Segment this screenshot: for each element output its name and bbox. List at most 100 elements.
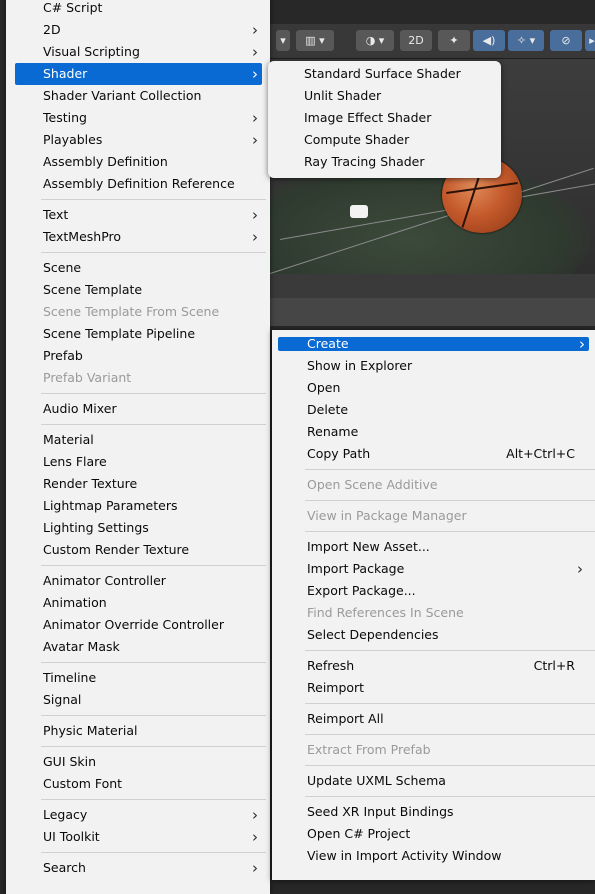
menu-item-label: Assembly Definition xyxy=(43,154,168,169)
menu-item-assembly-definition-reference[interactable]: Assembly Definition Reference xyxy=(6,173,270,195)
scene-view-toolbar: ▾ ▥ ▾ ◑ ▾ 2D ✦ ◀) ✧ ▾ ⊘ ▸ xyxy=(270,24,595,59)
menu-item-refresh[interactable]: Refresh Ctrl+R xyxy=(272,655,595,677)
menu-item-label: GUI Skin xyxy=(43,754,97,769)
menu-item-physic-material[interactable]: Physic Material xyxy=(6,720,270,742)
menu-item-label: Export Package... xyxy=(307,583,416,598)
menu-item-playables[interactable]: Playables › xyxy=(6,129,270,151)
effects-icon[interactable]: ✧ ▾ xyxy=(508,30,544,51)
menu-item-shader-variant-collection[interactable]: Shader Variant Collection xyxy=(6,85,270,107)
menu-item-audio-mixer[interactable]: Audio Mixer xyxy=(6,398,270,420)
menu-item-open[interactable]: Open xyxy=(272,377,595,399)
menu-item-image-effect-shader[interactable]: Image Effect Shader xyxy=(268,107,501,129)
menu-item-custom-font[interactable]: Custom Font xyxy=(6,773,270,795)
menu-item-import-new-asset[interactable]: Import New Asset... xyxy=(272,536,595,558)
menu-item-label: Compute Shader xyxy=(304,132,410,147)
menu-item-visual-scripting[interactable]: Visual Scripting › xyxy=(6,41,270,63)
menu-item-scene-template[interactable]: Scene Template xyxy=(6,279,270,301)
chevron-right-icon: › xyxy=(252,109,258,127)
menu-item-animation[interactable]: Animation xyxy=(6,592,270,614)
menu-item-gui-skin[interactable]: GUI Skin xyxy=(6,751,270,773)
menu-item-legacy[interactable]: Legacy › xyxy=(6,804,270,826)
menu-item-lighting-settings[interactable]: Lighting Settings xyxy=(6,517,270,539)
menu-item-copy-path[interactable]: Copy Path Alt+Ctrl+C xyxy=(272,443,595,465)
menu-item-unlit-shader[interactable]: Unlit Shader xyxy=(268,85,501,107)
menu-item-seed-xr-input-bindings[interactable]: Seed XR Input Bindings xyxy=(272,801,595,823)
menu-item-c-script[interactable]: C# Script xyxy=(6,0,270,19)
menu-separator xyxy=(41,746,266,747)
menu-item-label: Audio Mixer xyxy=(43,401,117,416)
menu-item-compute-shader[interactable]: Compute Shader xyxy=(268,129,501,151)
menu-item-label: Search xyxy=(43,860,86,875)
menu-item-render-texture[interactable]: Render Texture xyxy=(6,473,270,495)
menu-item-textmeshpro[interactable]: TextMeshPro › xyxy=(6,226,270,248)
dropdown-arrow-icon[interactable]: ▾ xyxy=(276,30,290,51)
camera-gizmo-icon[interactable] xyxy=(350,205,368,218)
menu-item-prefab[interactable]: Prefab xyxy=(6,345,270,367)
visibility-icon[interactable]: ⊘ xyxy=(550,30,582,51)
menu-item-label: Open Scene Additive xyxy=(307,477,438,492)
menu-item-label: Open xyxy=(307,380,341,395)
grid-icon[interactable]: ▥ ▾ xyxy=(296,30,334,51)
menu-separator xyxy=(305,796,595,797)
project-toolbar xyxy=(270,298,595,326)
menu-item-label: Scene xyxy=(43,260,82,275)
gizmos-icon[interactable]: ▸ xyxy=(585,30,595,51)
menu-item-open-c-project[interactable]: Open C# Project xyxy=(272,823,595,845)
menu-item-standard-surface-shader[interactable]: Standard Surface Shader xyxy=(268,63,501,85)
menu-item-show-in-explorer[interactable]: Show in Explorer xyxy=(272,355,595,377)
menu-item-signal[interactable]: Signal xyxy=(6,689,270,711)
menu-item-view-in-import-activity-window[interactable]: View in Import Activity Window xyxy=(272,845,595,867)
menu-separator xyxy=(305,734,595,735)
menu-item-avatar-mask[interactable]: Avatar Mask xyxy=(6,636,270,658)
menu-item-ui-toolkit[interactable]: UI Toolkit › xyxy=(6,826,270,848)
chevron-right-icon: › xyxy=(577,560,583,578)
menu-item-select-dependencies[interactable]: Select Dependencies xyxy=(272,624,595,646)
menu-item-shader[interactable]: Shader › xyxy=(15,63,262,85)
menu-separator xyxy=(305,531,595,532)
lighting-icon[interactable]: ✦ xyxy=(438,30,470,51)
menu-item-animator-controller[interactable]: Animator Controller xyxy=(6,570,270,592)
menu-item-label: Select Dependencies xyxy=(307,627,439,642)
menu-item-search[interactable]: Search › xyxy=(6,857,270,879)
2d-toggle[interactable]: 2D xyxy=(400,30,432,51)
menu-item-scene[interactable]: Scene xyxy=(6,257,270,279)
menu-item-reimport[interactable]: Reimport xyxy=(272,677,595,699)
menu-item-prefab-variant: Prefab Variant xyxy=(6,367,270,389)
menu-item-timeline[interactable]: Timeline xyxy=(6,667,270,689)
menu-item-label: Avatar Mask xyxy=(43,639,120,654)
menu-item-testing[interactable]: Testing › xyxy=(6,107,270,129)
chevron-right-icon: › xyxy=(252,43,258,61)
menu-item-label: Copy Path xyxy=(307,446,371,461)
menu-item-animator-override-controller[interactable]: Animator Override Controller xyxy=(6,614,270,636)
menu-item-create[interactable]: Create › xyxy=(278,335,589,353)
menu-item-rename[interactable]: Rename xyxy=(272,421,595,443)
menu-item-update-uxml-schema[interactable]: Update UXML Schema xyxy=(272,770,595,792)
menu-item-label: View in Package Manager xyxy=(307,508,467,523)
menu-item-text[interactable]: Text › xyxy=(6,204,270,226)
menu-item-label: Lens Flare xyxy=(43,454,107,469)
menu-item-reimport-all[interactable]: Reimport All xyxy=(272,708,595,730)
shading-sphere-icon[interactable]: ◑ ▾ xyxy=(356,30,394,51)
panel-header xyxy=(270,274,595,298)
menu-item-custom-render-texture[interactable]: Custom Render Texture xyxy=(6,539,270,561)
menu-separator xyxy=(305,703,595,704)
chevron-right-icon: › xyxy=(579,335,585,353)
menu-item-lightmap-parameters[interactable]: Lightmap Parameters xyxy=(6,495,270,517)
menu-item-label: Lighting Settings xyxy=(43,520,149,535)
menu-item-lens-flare[interactable]: Lens Flare xyxy=(6,451,270,473)
menu-item-ray-tracing-shader[interactable]: Ray Tracing Shader xyxy=(268,151,501,173)
menu-item-delete[interactable]: Delete xyxy=(272,399,595,421)
menu-separator xyxy=(41,252,266,253)
menu-item-assembly-definition[interactable]: Assembly Definition xyxy=(6,151,270,173)
menu-item-import-package[interactable]: Import Package › xyxy=(272,558,595,580)
menu-item-material[interactable]: Material xyxy=(6,429,270,451)
menu-item-label: Physic Material xyxy=(43,723,138,738)
menu-separator xyxy=(305,650,595,651)
menu-item-export-package[interactable]: Export Package... xyxy=(272,580,595,602)
audio-icon[interactable]: ◀) xyxy=(473,30,505,51)
menu-item-scene-template-pipeline[interactable]: Scene Template Pipeline xyxy=(6,323,270,345)
menu-separator xyxy=(305,765,595,766)
menu-item-label: Scene Template xyxy=(43,282,143,297)
menu-item-label: Testing xyxy=(43,110,87,125)
menu-item-2d[interactable]: 2D › xyxy=(6,19,270,41)
